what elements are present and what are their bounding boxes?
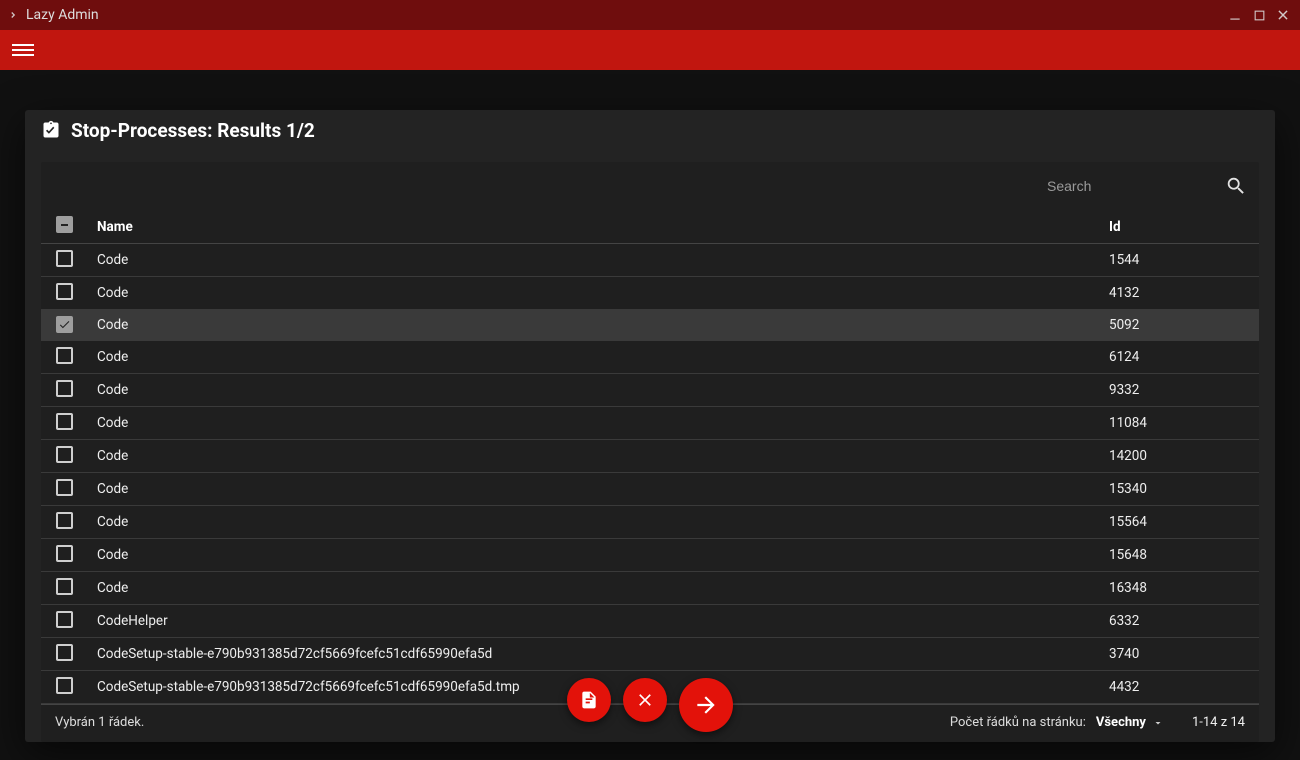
cancel-button[interactable] <box>623 678 667 722</box>
cell-id: 1544 <box>1099 244 1259 277</box>
cell-name: Code <box>87 374 1099 407</box>
cell-name: Code <box>87 244 1099 277</box>
app-window: Lazy Admin Stop-Processes: Results 1/2 <box>0 0 1300 760</box>
table-row[interactable]: Code5092 <box>41 310 1259 341</box>
table-row[interactable]: Code9332 <box>41 374 1259 407</box>
close-window-button[interactable] <box>1274 6 1292 24</box>
title-bar[interactable]: Lazy Admin <box>0 0 1300 30</box>
search-input[interactable] <box>1047 178 1207 195</box>
table-row[interactable]: CodeSetup-stable-e790b931385d72cf5669fce… <box>41 638 1259 671</box>
table-row[interactable]: Code4132 <box>41 277 1259 310</box>
table-row[interactable]: Code16348 <box>41 572 1259 605</box>
table-row[interactable]: Code6124 <box>41 341 1259 374</box>
minimize-button[interactable] <box>1226 6 1244 24</box>
cell-name: Code <box>87 277 1099 310</box>
cell-name: Code <box>87 572 1099 605</box>
menu-icon[interactable] <box>12 41 34 59</box>
select-all-checkbox[interactable] <box>56 216 73 233</box>
cell-id: 5092 <box>1099 310 1259 341</box>
row-checkbox[interactable] <box>56 578 73 595</box>
table-row[interactable]: Code15340 <box>41 473 1259 506</box>
cell-name: Code <box>87 539 1099 572</box>
results-dialog: Stop-Processes: Results 1/2 <box>25 110 1275 742</box>
cell-id: 15340 <box>1099 473 1259 506</box>
cell-name: Code <box>87 310 1099 341</box>
row-checkbox[interactable] <box>56 644 73 661</box>
dialog-header: Stop-Processes: Results 1/2 <box>25 110 1275 150</box>
row-checkbox[interactable] <box>56 283 73 300</box>
cell-id: 9332 <box>1099 374 1259 407</box>
cell-id: 6124 <box>1099 341 1259 374</box>
row-checkbox[interactable] <box>56 611 73 628</box>
search-icon[interactable] <box>1225 175 1247 197</box>
cell-id: 6332 <box>1099 605 1259 638</box>
column-header-name[interactable]: Name <box>87 210 1099 244</box>
export-button[interactable] <box>567 678 611 722</box>
cell-name: Code <box>87 473 1099 506</box>
row-checkbox[interactable] <box>56 479 73 496</box>
cell-name: CodeSetup-stable-e790b931385d72cf5669fce… <box>87 638 1099 671</box>
next-button[interactable] <box>679 678 733 732</box>
maximize-button[interactable] <box>1250 6 1268 24</box>
row-checkbox[interactable] <box>56 250 73 267</box>
row-checkbox[interactable] <box>56 545 73 562</box>
row-checkbox[interactable] <box>56 316 73 333</box>
cell-id: 3740 <box>1099 638 1259 671</box>
table-row[interactable]: Code11084 <box>41 407 1259 440</box>
cell-name: Code <box>87 506 1099 539</box>
window-title: Lazy Admin <box>26 7 99 23</box>
results-table: Name Id Code1544Code4132Code5092Code6124… <box>41 210 1259 704</box>
table-row[interactable]: Code1544 <box>41 244 1259 277</box>
cell-name: CodeHelper <box>87 605 1099 638</box>
chevron-right-icon <box>8 10 18 20</box>
column-header-id[interactable]: Id <box>1099 210 1259 244</box>
cell-id: 16348 <box>1099 572 1259 605</box>
row-checkbox[interactable] <box>56 347 73 364</box>
table-row[interactable]: Code15648 <box>41 539 1259 572</box>
cell-id: 14200 <box>1099 440 1259 473</box>
cell-id: 15648 <box>1099 539 1259 572</box>
cell-name: Code <box>87 341 1099 374</box>
table-row[interactable]: Code14200 <box>41 440 1259 473</box>
cell-name: Code <box>87 407 1099 440</box>
cell-id: 11084 <box>1099 407 1259 440</box>
row-checkbox[interactable] <box>56 380 73 397</box>
table-row[interactable]: Code15564 <box>41 506 1259 539</box>
cell-name: Code <box>87 440 1099 473</box>
row-checkbox[interactable] <box>56 446 73 463</box>
row-checkbox[interactable] <box>56 413 73 430</box>
cell-id: 4132 <box>1099 277 1259 310</box>
table-row[interactable]: CodeHelper6332 <box>41 605 1259 638</box>
dialog-title: Stop-Processes: Results 1/2 <box>71 119 315 142</box>
app-toolbar <box>0 30 1300 70</box>
assignment-icon <box>41 120 61 140</box>
row-checkbox[interactable] <box>56 512 73 529</box>
cell-id: 15564 <box>1099 506 1259 539</box>
